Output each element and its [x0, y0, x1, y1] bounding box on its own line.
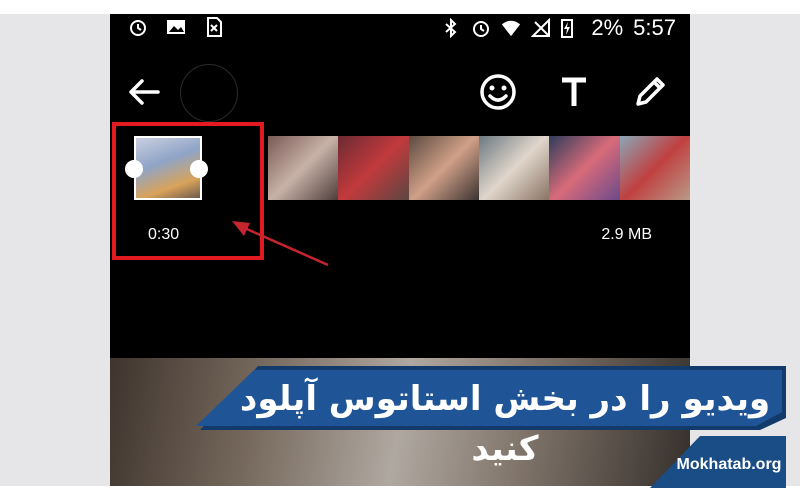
- caption-banner: [196, 366, 786, 488]
- caption-text: ویدیو را در بخش استاتوس آپلود کنید: [239, 379, 771, 469]
- watermark: Mokhatab.org: [676, 456, 782, 473]
